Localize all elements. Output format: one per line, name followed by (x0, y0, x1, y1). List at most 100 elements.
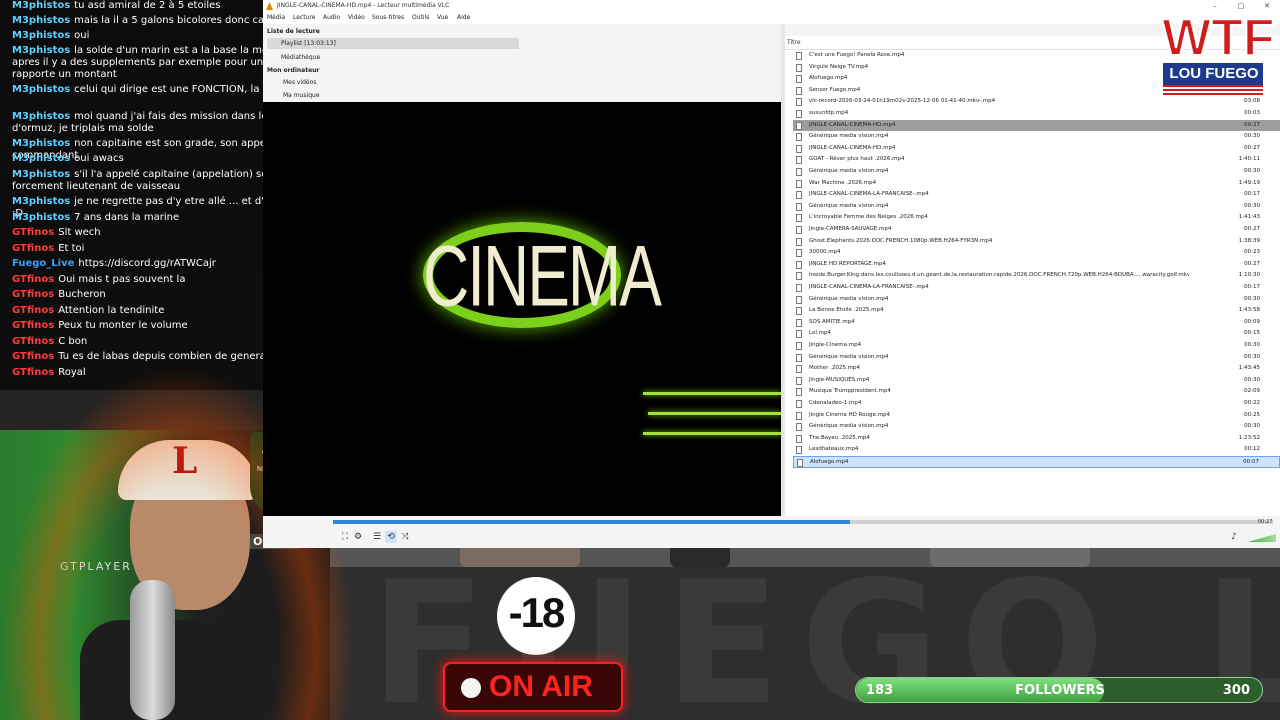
playlist-row[interactable]: JINGLE-CANAL-CINEMA-HD.mp4 00:27 (793, 119, 1280, 132)
menu-audio[interactable]: Audio (323, 12, 340, 24)
playlist-row[interactable]: The.Bayeu .2025.mp4 1:23:52 (793, 433, 1280, 445)
playlist-row[interactable]: Inside.Burger.King.dans.les.coulisses.d.… (793, 270, 1280, 282)
playlist-row[interactable]: JINGLE-CANAL-CINEMA-LA-FRANCAISE-.mp4 00:… (793, 189, 1280, 201)
sidebar-header-computer: Mon ordinateur (267, 67, 320, 74)
time-display: 00:27 (1258, 519, 1273, 525)
shuffle-icon[interactable]: ⤨ (399, 531, 411, 543)
playlist-row-title: Lesdhateaux.mp4 (809, 446, 859, 453)
playlist-row[interactable]: Jingle Cinema HD Rouge.mp4 00:25 (793, 410, 1280, 422)
playlist-row[interactable]: Mother .2025.mp4 1:43:45 (793, 363, 1280, 375)
volume-slider[interactable] (1248, 534, 1276, 542)
file-icon (796, 86, 802, 95)
file-icon (796, 168, 802, 176)
playlist-row[interactable]: susunfdp.mp4 00:03 (793, 108, 1280, 120)
menu-help[interactable]: Aide (457, 12, 470, 24)
file-icon (796, 191, 802, 200)
vlc-window-title: JINGLE-CANAL-CINEMA-HD.mp4 - Lecteur mul… (277, 2, 450, 9)
playlist-row-title: Virgule Neige TV.mp4 (809, 63, 869, 70)
seek-bar[interactable] (333, 520, 1273, 524)
playlist-row[interactable]: La Bonne Etoile .2025.mp4 1:43:58 (793, 305, 1280, 317)
file-icon (796, 411, 802, 420)
playlist-toggle-icon[interactable]: ☰ (371, 531, 383, 543)
camera-blob (930, 545, 1090, 567)
file-icon (796, 179, 802, 188)
menu-lecture[interactable]: Lecture (293, 12, 315, 24)
playlist-row[interactable]: GOAT - Rêver plus haut .2026.mp4 1:40:11 (793, 154, 1280, 166)
playlist-row[interactable]: Cdenaladeo-1.mp4 00:22 (793, 398, 1280, 410)
playlist-row-title: 30000.mp4 (809, 249, 841, 256)
chat-text: Et toi (58, 243, 85, 254)
playlist-row-title: Générique media vision.mp4 (809, 168, 889, 174)
playlist-row[interactable]: Jingle-CAMERA-SAUVAGE.mp4 00:27 (793, 224, 1280, 236)
playlist-row[interactable]: Générique media vision.mp4 00:30 (793, 352, 1280, 364)
playlist-row[interactable]: Générique media vision.mp4 00:30 (793, 294, 1280, 306)
playlist-row-duration: 00:30 (1244, 423, 1260, 430)
playlist-row-duration: 1:49:19 (1238, 179, 1260, 186)
playlist-row-title: Jingle-Cinema.mp4 (809, 342, 862, 348)
file-icon (797, 459, 803, 467)
extended-settings-icon[interactable]: ⚙ (352, 531, 364, 543)
playlist-row[interactable]: JINGLE-CANAL-CINEMA-LA-FRANCAISE-.mp4 00:… (793, 282, 1280, 294)
playlist-row[interactable]: Générique media vision.mp4 00:30 (793, 421, 1280, 433)
speaker-icon[interactable]: ♪ (1228, 531, 1240, 543)
camera-blob (460, 545, 580, 567)
playlist-row-duration: 1:38:39 (1238, 237, 1260, 244)
playlist-row-title: JINGLE HD REPORTAGE.mp4 (809, 260, 886, 267)
playlist-row-title: L'incroyable Femme des Neiges .2026.mp4 (809, 214, 928, 221)
menu-tools[interactable]: Outils (412, 12, 429, 24)
menu-view[interactable]: Vue (437, 12, 448, 24)
playlist-row[interactable]: JINGLE-CANAL-CINEMA-HD.mp4 00:27 (793, 143, 1280, 155)
channel-logo-title: WTF (1161, 9, 1276, 67)
playlist-row[interactable]: Générique media vision.mp4 00:30 (793, 201, 1280, 213)
file-icon (796, 121, 802, 130)
playlist-row[interactable]: Lesdhateaux.mp4 00:12 (793, 444, 1280, 456)
playlist-row[interactable]: Ghost.Elephants.2026.DOC.FRENCH.1080p.WE… (793, 236, 1280, 248)
chat-text: Oui mais t pas souvent la (58, 274, 186, 285)
playlist-row[interactable]: 30000.mp4 00:23 (793, 247, 1280, 259)
chat-username: M3phistos (12, 84, 71, 95)
channel-logo-subtitle: LOU FUEGO (1169, 65, 1259, 82)
playlist-row[interactable]: Jingle-Cinema.mp4 00:30 (793, 340, 1280, 352)
playlist-row-duration: 00:17 (1244, 284, 1260, 290)
playlist-row[interactable]: L'incroyable Femme des Neiges .2026.mp4 1… (793, 212, 1280, 224)
playlist-row[interactable]: Alofuego.mp4 00:07 (793, 456, 1280, 468)
sidebar-item-playlist[interactable]: Playlist [13:03:13] (267, 38, 519, 49)
playlist-row[interactable]: SOS AMITIE.mp4 00:09 (793, 317, 1280, 329)
playlist-row[interactable]: Générique media vision.mp4 00:30 (793, 131, 1280, 143)
playlist-row-title: C'est une Fuego! Panela Rose.mp4 (809, 52, 905, 58)
loop-icon[interactable]: ⟲ (385, 531, 397, 543)
playlist-row-title: Cdenaladeo-1.mp4 (809, 400, 862, 406)
playlist-row-title: War Machine .2026.mp4 (809, 179, 877, 186)
chat-username: GTfinos (12, 227, 55, 238)
playlist-row-duration: 00:27 (1244, 144, 1260, 151)
playlist-row[interactable]: War Machine .2026.mp4 1:49:19 (793, 178, 1280, 190)
playlist-row-duration: 1:41:43 (1238, 214, 1260, 221)
file-icon (796, 400, 802, 408)
chat-username: M3phistos (12, 153, 71, 164)
sidebar-item-videos[interactable]: Mes vidéos (267, 77, 316, 88)
file-icon (796, 75, 802, 84)
video-area[interactable]: CINEMA (263, 102, 781, 516)
playlist-row[interactable]: Lol.mp4 00:15 (793, 328, 1280, 340)
file-icon (796, 144, 802, 153)
menu-media[interactable]: Média (267, 12, 285, 24)
playlist-row[interactable]: Jingle-MUSIQUES.mp4 00:30 (793, 375, 1280, 387)
playlist-row-duration: 00:09 (1244, 318, 1260, 325)
file-icon (796, 376, 802, 385)
file-icon (796, 202, 802, 211)
playlist-row[interactable]: JINGLE HD REPORTAGE.mp4 00:27 (793, 259, 1280, 271)
menu-subtitles[interactable]: Sous-titres (372, 12, 404, 24)
playlist-row-title: La Bonne Etoile .2025.mp4 (809, 307, 884, 314)
playlist-row[interactable]: Générique media vision.mp4 00:30 (793, 166, 1280, 178)
on-air-text: ON AIR (489, 670, 593, 703)
file-icon (796, 98, 802, 107)
sidebar-item-library[interactable]: Médiathèque (267, 52, 320, 63)
playlist-row[interactable]: Musique Trumppresident.mp4 02:09 (793, 386, 1280, 398)
record-dot-icon (461, 678, 481, 698)
video-title-graphic: CINEMA (423, 227, 662, 325)
chat-username: GTfinos (12, 274, 55, 285)
sidebar-item-music[interactable]: Ma musique (267, 90, 320, 101)
menu-video[interactable]: Vidéo (348, 12, 365, 24)
fullscreen-icon[interactable]: ⛶ (339, 531, 351, 543)
file-icon (796, 353, 802, 362)
